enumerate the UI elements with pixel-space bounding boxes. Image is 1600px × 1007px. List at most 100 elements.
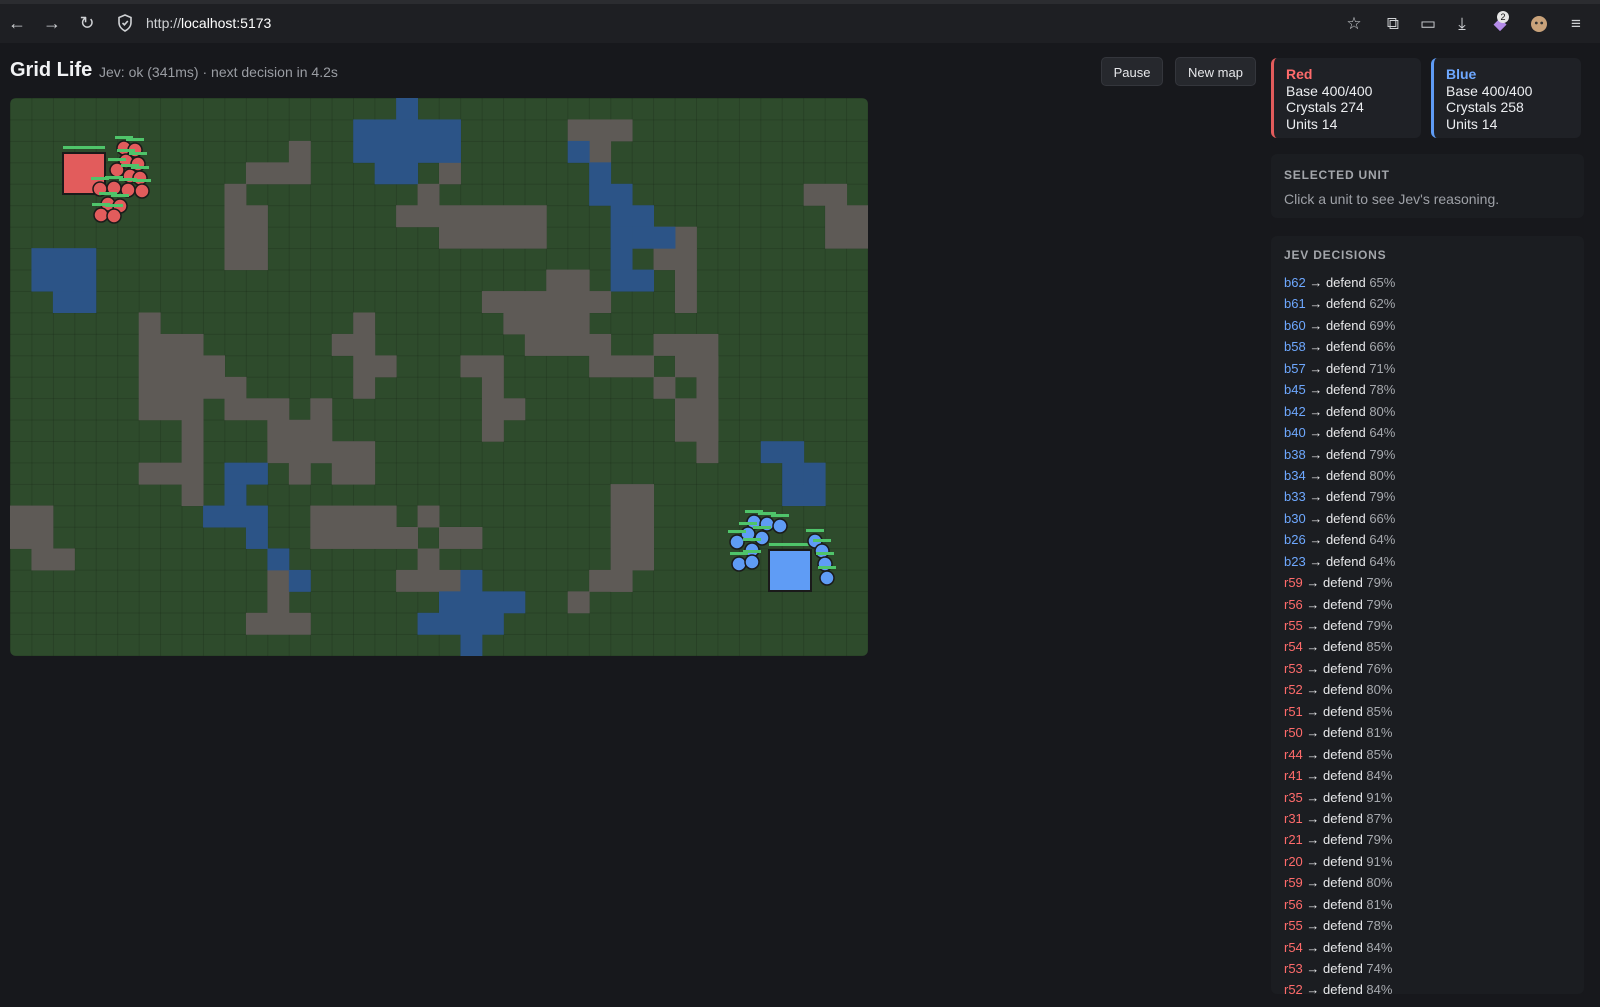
new-map-button[interactable]: New map — [1175, 57, 1256, 86]
decision-action: defend — [1325, 382, 1366, 398]
decision-action: defend — [1325, 510, 1366, 526]
blue-unit[interactable] — [814, 543, 830, 559]
decision-unit-id: b60 — [1284, 317, 1306, 333]
blue-unit[interactable] — [819, 570, 835, 586]
pause-button[interactable]: Pause — [1101, 57, 1163, 86]
arrow-right-icon: → — [1305, 403, 1326, 419]
units-layer[interactable] — [10, 98, 868, 656]
profile-avatar-icon[interactable] — [1528, 13, 1550, 35]
address-bar[interactable]: http://localhost:5173 — [110, 9, 1350, 39]
selected-unit-heading: SELECTED UNIT — [1284, 168, 1390, 182]
decision-unit-id: r21 — [1284, 832, 1303, 848]
blue-unit[interactable] — [744, 554, 760, 570]
decision-list: b62 → defend 65% b61 → defend 62% b60 → de… — [1284, 272, 1395, 994]
decision-action: defend — [1323, 853, 1363, 869]
decision-action: defend — [1323, 810, 1363, 826]
red-unit[interactable] — [93, 207, 109, 223]
decision-confidence: 78% — [1366, 918, 1393, 934]
team-card-red: Red Base 400/400 Crystals 274 Units 14 — [1271, 58, 1421, 138]
sidebar-icon[interactable]: ▭ — [1417, 13, 1439, 35]
download-icon[interactable]: ⤓ — [1451, 13, 1473, 35]
decision-unit-id: r50 — [1284, 725, 1303, 741]
unit-health-bar — [739, 522, 757, 525]
url-host: localhost:5173 — [181, 15, 272, 31]
red-unit[interactable] — [106, 208, 122, 224]
decision-unit-id: r41 — [1284, 768, 1303, 784]
unit-health-bar — [818, 566, 836, 569]
decision-item: r53 → defend 74% — [1284, 958, 1395, 979]
unit-health-bar — [129, 152, 147, 155]
decision-unit-id: r56 — [1284, 896, 1303, 912]
decision-action: defend — [1323, 596, 1363, 612]
blue-base[interactable] — [768, 549, 812, 592]
arrow-right-icon: → — [1302, 768, 1324, 784]
decision-item: r55 → defend 78% — [1284, 915, 1395, 936]
extensions-icon[interactable]: ⧉ — [1382, 13, 1404, 35]
back-arrow-icon[interactable]: ← — [6, 12, 28, 34]
bookmark-star-icon[interactable]: ☆ — [1343, 13, 1365, 35]
menu-icon[interactable]: ≡ — [1565, 13, 1587, 35]
decision-unit-id: r54 — [1284, 939, 1303, 955]
decision-action: defend — [1323, 703, 1363, 719]
decision-unit-id: r55 — [1284, 918, 1303, 934]
arrow-right-icon: → — [1305, 467, 1326, 483]
team-base-red: Base 400/400 — [1286, 82, 1373, 99]
decision-unit-id: b61 — [1284, 296, 1306, 312]
team-crystals-blue: Crystals 258 — [1446, 99, 1524, 115]
arrow-right-icon: → — [1305, 446, 1326, 462]
decision-action: defend — [1323, 639, 1363, 655]
decision-action: defend — [1323, 896, 1363, 912]
decision-item: r20 → defend 91% — [1284, 851, 1395, 872]
decision-action: defend — [1323, 875, 1363, 891]
decision-unit-id: r52 — [1284, 982, 1303, 994]
unit-health-bar — [813, 539, 831, 542]
decision-item: r55 → defend 79% — [1284, 615, 1395, 636]
decision-action: defend — [1323, 746, 1363, 762]
decision-item: b38 → defend 79% — [1284, 444, 1395, 465]
decision-item: r50 → defend 81% — [1284, 722, 1395, 743]
decision-confidence: 69% — [1369, 317, 1396, 333]
game-map[interactable] — [10, 98, 868, 656]
blue-unit[interactable] — [772, 518, 788, 534]
decision-confidence: 84% — [1366, 939, 1393, 955]
decision-action: defend — [1323, 832, 1363, 848]
arrow-right-icon: → — [1305, 489, 1326, 505]
forward-arrow-icon[interactable]: → — [41, 12, 63, 34]
decision-unit-id: b58 — [1284, 339, 1306, 355]
jev-decisions-heading: JEV DECISIONS — [1284, 248, 1387, 262]
decision-confidence: 85% — [1366, 639, 1393, 655]
decision-item: b33 → defend 79% — [1284, 486, 1395, 507]
unit-health-bar — [131, 166, 149, 169]
arrow-right-icon: → — [1305, 532, 1326, 548]
decision-unit-id: b30 — [1284, 510, 1306, 526]
arrow-right-icon: → — [1305, 317, 1326, 333]
decision-action: defend — [1323, 982, 1363, 994]
decision-confidence: 79% — [1369, 489, 1396, 505]
decision-unit-id: b23 — [1284, 553, 1306, 569]
decision-unit-id: r59 — [1284, 875, 1303, 891]
selected-unit-hint: Click a unit to see Jev's reasoning. — [1284, 191, 1500, 207]
url-scheme: http:// — [146, 15, 182, 31]
decision-unit-id: b38 — [1284, 446, 1306, 462]
decision-item: b42 → defend 80% — [1284, 401, 1395, 422]
decision-unit-id: b40 — [1284, 425, 1306, 441]
blue-unit[interactable] — [729, 534, 745, 550]
decision-action: defend — [1325, 317, 1366, 333]
arrow-right-icon: → — [1302, 746, 1324, 762]
decision-action: defend — [1325, 446, 1366, 462]
decision-action: defend — [1325, 553, 1366, 569]
arrow-right-icon: → — [1305, 339, 1326, 355]
red-unit[interactable] — [134, 183, 150, 199]
decision-item: r31 → defend 87% — [1284, 808, 1395, 829]
decision-item: r35 → defend 91% — [1284, 787, 1395, 808]
reload-icon[interactable]: ↻ — [76, 12, 98, 34]
decision-item: r21 → defend 79% — [1284, 829, 1395, 850]
decision-item: b57 → defend 71% — [1284, 358, 1395, 379]
decision-action: defend — [1325, 467, 1366, 483]
blue-unit[interactable] — [731, 556, 747, 572]
team-name-blue: Blue — [1446, 66, 1477, 82]
decision-unit-id: b34 — [1284, 467, 1306, 483]
decision-item: b40 → defend 64% — [1284, 422, 1395, 443]
decision-item: b60 → defend 69% — [1284, 315, 1395, 336]
decision-item: b62 → defend 65% — [1284, 272, 1395, 293]
